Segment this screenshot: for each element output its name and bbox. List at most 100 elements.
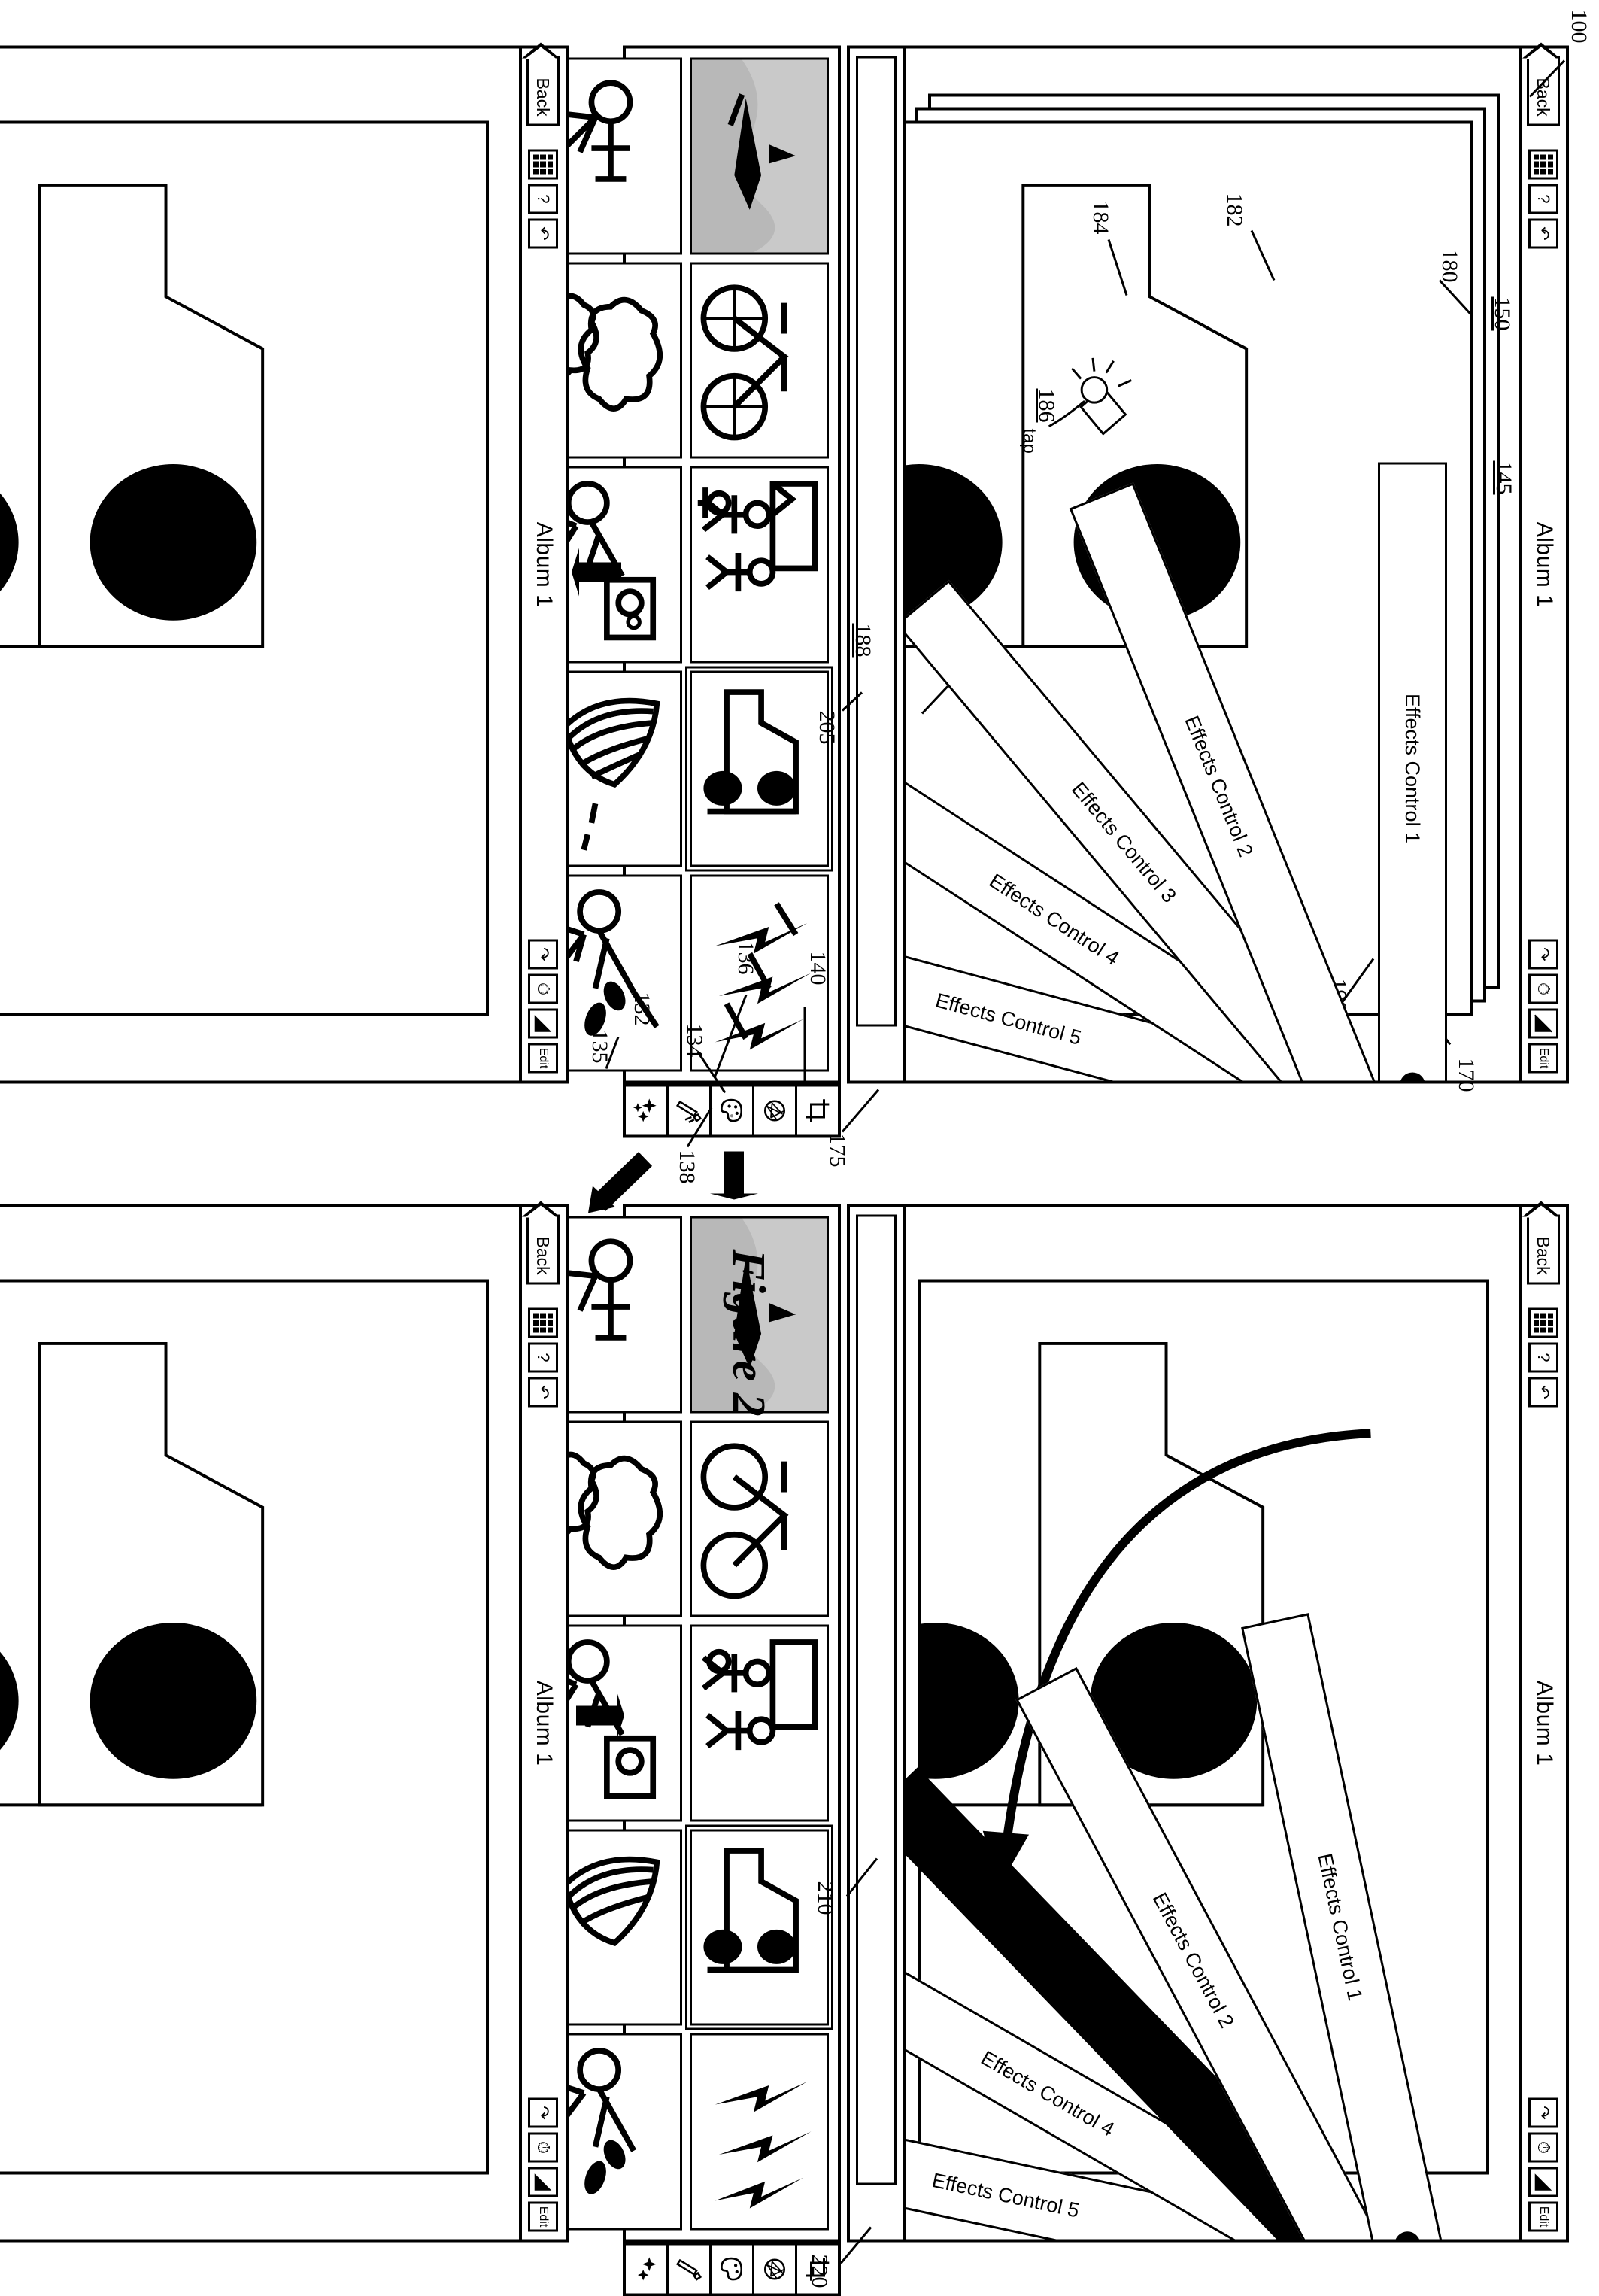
panel-b-stage: Effects Control 1 Effects Control 2 Effe… xyxy=(906,1207,1519,2239)
ref-135: 135 xyxy=(587,1029,612,1063)
clock-icon[interactable]: ⏱ xyxy=(528,2132,558,2162)
help-icon[interactable]: ? xyxy=(1528,1342,1558,1372)
ref-132: 132 xyxy=(630,992,654,1025)
panel-c-titlebar: Back ? ↶ Album 1 ↷ ⏱ Edit xyxy=(519,48,566,1080)
edit-button[interactable]: Edit xyxy=(528,2201,558,2231)
effects-control-collapsed-slot[interactable] xyxy=(856,1214,897,2185)
crop-icon[interactable] xyxy=(795,1086,838,1134)
ref-170: 170 xyxy=(1454,1058,1479,1092)
ref-136: 136 xyxy=(733,940,758,974)
grid-icon[interactable] xyxy=(528,149,558,179)
help-icon[interactable]: ? xyxy=(528,184,558,214)
panel-a-window: Back ? ↶ Album 1 ↷ ⏱ Edit Effects Contro… xyxy=(847,45,1569,1083)
ref-188: 188 xyxy=(851,623,875,657)
palette-icon[interactable] xyxy=(709,2245,752,2293)
panel-d-titlebar: Back ? ↶ Album 1 ↷ ⏱ Edit xyxy=(519,1207,566,2239)
strip-knob[interactable] xyxy=(1400,1072,1425,1080)
clock-icon[interactable]: ⏱ xyxy=(528,973,558,1004)
back-label: Back xyxy=(533,1236,554,1275)
back-button[interactable]: Back xyxy=(1527,56,1560,126)
crop-triangle-icon[interactable] xyxy=(528,2167,558,2197)
page-title: Album 1 xyxy=(1532,521,1557,607)
photo-area xyxy=(906,1279,1489,2174)
help-icon[interactable]: ? xyxy=(528,1342,558,1372)
crop-triangle-icon[interactable] xyxy=(1528,2167,1558,2197)
undo-icon[interactable]: ↶ xyxy=(1528,1377,1558,1407)
panel-b-titlebar: Back ? ↶ Album 1 ↷ ⏱ Edit xyxy=(1519,1207,1566,2239)
crop-triangle-icon[interactable] xyxy=(1528,1008,1558,1038)
edit-button[interactable]: Edit xyxy=(1528,1043,1558,1073)
thumbnail-grid xyxy=(543,48,838,1080)
panel-a-tray xyxy=(850,48,906,1080)
photo-area xyxy=(0,1279,489,2174)
panel-a-edit-toolbar xyxy=(623,1083,841,1137)
grid-icon[interactable] xyxy=(1528,149,1558,179)
back-label: Back xyxy=(533,77,554,117)
undo-icon[interactable]: ↶ xyxy=(528,1377,558,1407)
panel-d-window: Back ? ↶ Album 1 ↷ ⏱ Edit xyxy=(0,1204,569,2242)
thumbnail-airplane[interactable] xyxy=(690,57,829,254)
back-button[interactable]: Back xyxy=(526,1214,560,1285)
ref-220: 220 xyxy=(807,2254,832,2288)
thumbnail-bicycle[interactable] xyxy=(690,261,829,459)
brush-icon[interactable] xyxy=(666,2245,709,2293)
car-illustration xyxy=(906,1341,1265,1806)
help-icon[interactable]: ? xyxy=(1528,184,1558,214)
redo-icon[interactable]: ↷ xyxy=(528,939,558,969)
crop-triangle-icon[interactable] xyxy=(528,1008,558,1038)
thumbnail-lightning[interactable] xyxy=(690,2033,829,2230)
page-title: Album 1 xyxy=(532,1680,557,1766)
panel-a-thumbnail-tray xyxy=(543,45,841,1083)
figure-sheet: Back ? ↶ Album 1 ↷ ⏱ Edit Effects Contro… xyxy=(0,0,1599,2296)
photo-area xyxy=(906,120,1473,1016)
back-button[interactable]: Back xyxy=(526,56,560,126)
redo-icon[interactable]: ↷ xyxy=(528,2097,558,2127)
arrow-a-to-b xyxy=(710,1151,758,1199)
aperture-icon[interactable] xyxy=(752,2245,795,2293)
undo-icon[interactable]: ↶ xyxy=(528,218,558,248)
page-title: Album 1 xyxy=(1532,1680,1557,1766)
thumbnail-bicycle[interactable] xyxy=(690,1420,829,1617)
panel-b-tray xyxy=(850,1207,906,2239)
sparkle-icon[interactable] xyxy=(626,1086,666,1134)
sparkle-icon[interactable] xyxy=(626,2245,666,2293)
back-label: Back xyxy=(1534,1236,1554,1275)
ref-138: 138 xyxy=(675,1150,699,1183)
photo-area xyxy=(0,120,489,1016)
palette-icon[interactable] xyxy=(709,1086,752,1134)
clock-icon[interactable]: ⏱ xyxy=(1528,973,1558,1004)
undo-icon[interactable]: ↶ xyxy=(1528,218,1558,248)
panel-d-stage: Effects Control 3 xyxy=(0,1207,519,2239)
grid-icon[interactable] xyxy=(528,1307,558,1338)
ref-180: 180 xyxy=(1437,248,1462,282)
thumbnail-family[interactable] xyxy=(690,1624,829,1821)
clock-icon[interactable]: ⏱ xyxy=(1528,2132,1558,2162)
ref-145: 145 xyxy=(1491,460,1516,494)
ref-210: 210 xyxy=(813,1881,838,1915)
page-title: Album 1 xyxy=(532,521,557,607)
redo-icon[interactable]: ↷ xyxy=(1528,939,1558,969)
panel-a-stage: Effects Control 1 Effects Control 2 Effe… xyxy=(906,48,1519,1080)
ref-150: 150 xyxy=(1490,296,1515,330)
strip-knob[interactable] xyxy=(1392,2228,1423,2239)
ref-186: 186 xyxy=(1034,388,1059,422)
back-button[interactable]: Back xyxy=(1527,1214,1560,1285)
effects-control-collapsed-slot[interactable] xyxy=(856,56,897,1026)
thumbnail-family[interactable] xyxy=(690,466,829,663)
ref-125: 125 xyxy=(951,617,976,651)
ref-182: 182 xyxy=(1222,193,1247,226)
redo-icon[interactable]: ↷ xyxy=(1528,2097,1558,2127)
panel-c-window: Back ? ↶ Album 1 ↷ ⏱ Edit xyxy=(0,45,569,1083)
brush-icon[interactable] xyxy=(666,1086,709,1134)
panel-a-titlebar: Back ? ↶ Album 1 ↷ ⏱ Edit xyxy=(1519,48,1566,1080)
thumbnail-car[interactable] xyxy=(686,1822,833,2032)
tap-label: tap xyxy=(1019,428,1039,454)
edit-button[interactable]: Edit xyxy=(528,1043,558,1073)
panel-c-stage: Effects Effects Control 1 xyxy=(0,48,519,1080)
edit-button[interactable]: Edit xyxy=(1528,2201,1558,2231)
grid-icon[interactable] xyxy=(1528,1307,1558,1338)
back-label: Back xyxy=(1534,77,1554,117)
aperture-icon[interactable] xyxy=(752,1086,795,1134)
car-illustration xyxy=(906,183,1249,648)
thumbnail-car[interactable] xyxy=(686,664,833,873)
